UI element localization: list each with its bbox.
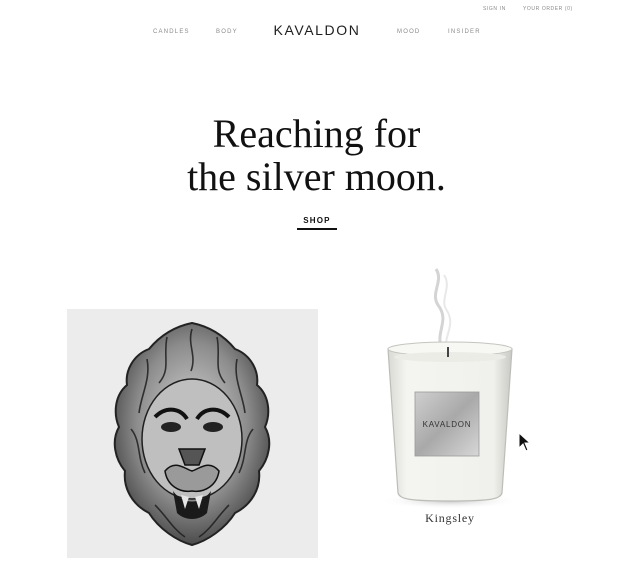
shop-underline [297,228,337,230]
hero-headline-line1: Reaching for [212,111,421,156]
nav-body[interactable]: BODY [216,29,238,35]
mouse-pointer-icon [518,432,532,452]
candle-name[interactable]: Kingsley [400,511,500,526]
candle-label-brand: KAVALDON [423,420,472,429]
candle-product-image[interactable]: KAVALDON [360,265,540,545]
sign-in-link[interactable]: SIGN IN [483,6,506,12]
candle-jar-illustration: KAVALDON [380,268,520,509]
nav-mood[interactable]: MOOD [397,29,420,35]
lion-head-illustration [113,321,271,547]
shop-link[interactable]: SHOP [297,216,337,225]
nav-insider[interactable]: INSIDER [448,29,481,35]
hero-headline: Reaching for the silver moon. [0,112,633,198]
your-order-link[interactable]: YOUR ORDER (0) [523,6,573,12]
lion-sculpture-image[interactable] [67,309,318,558]
hero-headline-line2: the silver moon. [187,154,446,199]
brand-logo[interactable]: KAVALDON [262,22,372,38]
nav-candles[interactable]: CANDLES [153,29,190,35]
